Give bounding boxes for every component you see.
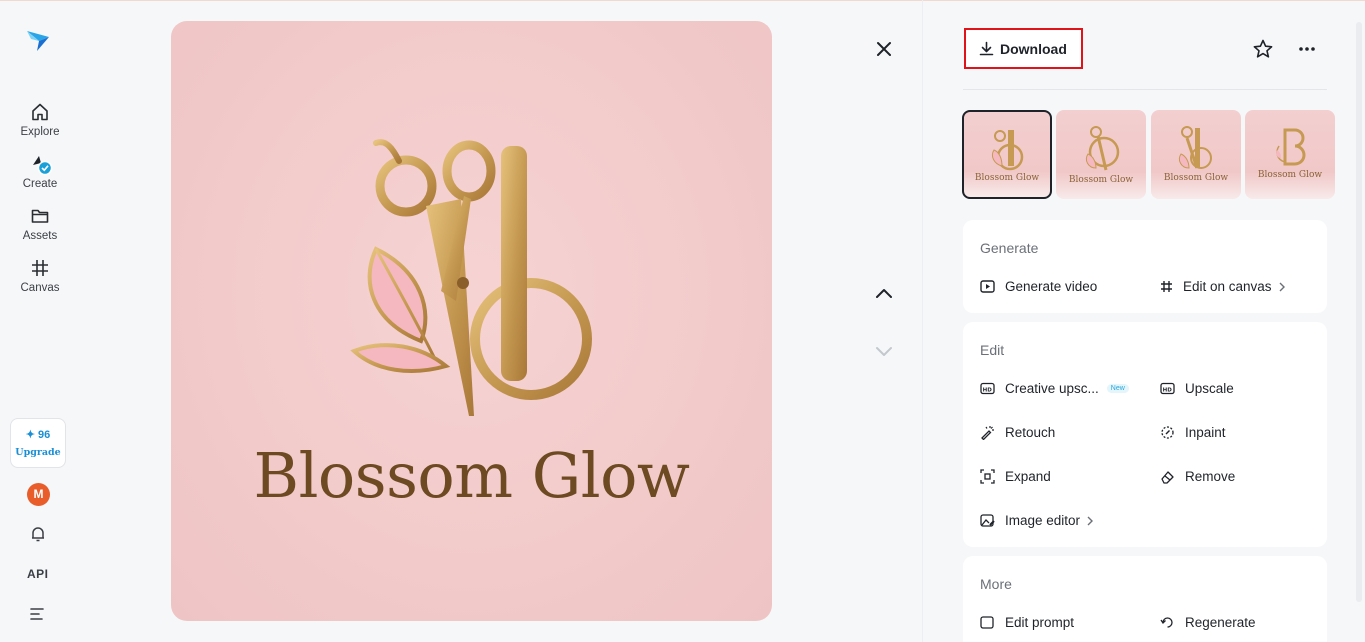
close-icon[interactable]: [872, 37, 896, 61]
magic-wand-icon: [981, 426, 994, 440]
bell-icon[interactable]: [29, 525, 47, 543]
more-card: More Edit prompt Regenerate: [963, 556, 1327, 642]
collapse-menu-icon[interactable]: [30, 607, 46, 621]
nav-assets-label: Assets: [22, 230, 58, 242]
image-edit-icon: [980, 514, 995, 527]
edit-prompt-icon: [980, 616, 994, 629]
avatar[interactable]: M: [27, 483, 50, 506]
credits-count: ✦ 96: [25, 429, 51, 441]
generate-video-label: Generate video: [1005, 279, 1098, 294]
top-border: [0, 0, 1365, 1]
panel-divider: [922, 0, 923, 642]
thumbnail-logo-icon: [991, 130, 1024, 171]
chevron-right-icon: [1279, 282, 1285, 291]
creative-upscale-button[interactable]: HD Creative upsc... New: [980, 381, 1129, 396]
thumbnail-logo-icon: [1276, 128, 1306, 166]
nav-create[interactable]: Create: [8, 153, 72, 201]
thumbnail-label: Blossom Glow: [974, 173, 1040, 183]
download-icon: [979, 41, 994, 56]
more-title: More: [980, 576, 1012, 592]
svg-text:HD: HD: [1163, 387, 1173, 393]
video-play-icon: [980, 280, 995, 293]
thumbnail-label: Blossom Glow: [1257, 170, 1323, 180]
nav-canvas-label: Canvas: [20, 282, 60, 294]
upgrade-card[interactable]: ✦ 96 Upgrade: [10, 418, 66, 468]
thumbnail-label: Blossom Glow: [1068, 175, 1134, 185]
edit-prompt-button[interactable]: Edit prompt: [980, 615, 1074, 630]
left-sidebar: Explore Create Assets Canvas ✦ 96 Upgrad…: [0, 0, 78, 642]
api-link[interactable]: API: [27, 567, 49, 581]
app-logo[interactable]: [25, 27, 51, 53]
regenerate-button[interactable]: Regenerate: [1160, 615, 1256, 630]
image-editor-label: Image editor: [1005, 513, 1081, 528]
image-editor-button[interactable]: Image editor: [980, 513, 1104, 528]
inpaint-icon: [1161, 426, 1174, 439]
thumbnail-label: Blossom Glow: [1163, 173, 1229, 183]
upscale-button[interactable]: HD Upscale: [1160, 381, 1234, 396]
thumbnail-logo-icon: [1085, 126, 1120, 171]
generate-video-button[interactable]: Generate video: [980, 279, 1097, 294]
canvas-icon: [1161, 281, 1172, 292]
nav-create-label: Create: [22, 178, 58, 190]
download-label: Download: [1000, 40, 1067, 57]
header-divider: [963, 89, 1327, 90]
chevron-down-icon[interactable]: [872, 339, 896, 363]
inpaint-button[interactable]: Inpaint: [1160, 425, 1226, 440]
eraser-icon: [1161, 471, 1174, 484]
download-button[interactable]: Download: [964, 28, 1083, 69]
regenerate-label: Regenerate: [1185, 615, 1256, 630]
expand-button[interactable]: Expand: [980, 469, 1051, 484]
generated-image: Blossom Glow: [171, 21, 772, 621]
thumbnail-4[interactable]: Blossom Glow: [1245, 110, 1335, 199]
edit-title: Edit: [980, 342, 1005, 358]
edit-prompt-label: Edit prompt: [1005, 615, 1075, 630]
inpaint-label: Inpaint: [1185, 425, 1226, 440]
star-icon[interactable]: [1252, 38, 1274, 60]
thumbnail-2[interactable]: Blossom Glow: [1056, 110, 1146, 199]
generate-card: Generate Generate video Edit on canvas: [963, 220, 1327, 313]
nav-explore[interactable]: Explore: [8, 101, 72, 149]
hd-plus-icon: HD: [980, 382, 995, 395]
svg-text:HD: HD: [983, 387, 993, 393]
thumbnail-3[interactable]: Blossom Glow: [1151, 110, 1241, 199]
expand-icon: [980, 469, 995, 484]
thumbnail-logo-icon: [1178, 126, 1212, 169]
nav-assets[interactable]: Assets: [8, 205, 72, 253]
expand-label: Expand: [1005, 469, 1051, 484]
scissors-comb-logo: [350, 139, 592, 416]
nav-explore-label: Explore: [20, 126, 60, 138]
more-options-icon[interactable]: [1296, 38, 1318, 60]
canvas-icon: [32, 260, 48, 276]
edit-on-canvas-button[interactable]: Edit on canvas: [1160, 279, 1296, 294]
folder-icon: [31, 209, 49, 223]
hd-icon: HD: [1160, 382, 1175, 395]
remove-label: Remove: [1185, 469, 1236, 484]
retouch-button[interactable]: Retouch: [980, 425, 1055, 440]
new-badge: New: [1106, 384, 1129, 393]
retouch-label: Retouch: [1005, 425, 1056, 440]
home-icon: [32, 103, 48, 121]
remove-button[interactable]: Remove: [1160, 469, 1235, 484]
edit-on-canvas-label: Edit on canvas: [1183, 279, 1272, 294]
chevron-right-icon: [1087, 516, 1094, 525]
brush-icon: [33, 156, 53, 176]
upgrade-button[interactable]: Upgrade: [11, 447, 65, 458]
nav-canvas[interactable]: Canvas: [8, 257, 72, 305]
upscale-label: Upscale: [1185, 381, 1234, 396]
thumbnail-1[interactable]: Blossom Glow: [962, 110, 1052, 199]
creative-upscale-label: Creative upsc...: [1005, 381, 1099, 396]
edit-card: Edit HD Creative upsc... New HD Upscale …: [963, 322, 1327, 547]
regenerate-icon: [1160, 617, 1173, 628]
brand-text: Blossom Glow: [253, 439, 690, 512]
panel-scrollbar[interactable]: [1356, 22, 1362, 602]
generate-title: Generate: [980, 240, 1039, 256]
chevron-up-icon[interactable]: [872, 282, 896, 306]
